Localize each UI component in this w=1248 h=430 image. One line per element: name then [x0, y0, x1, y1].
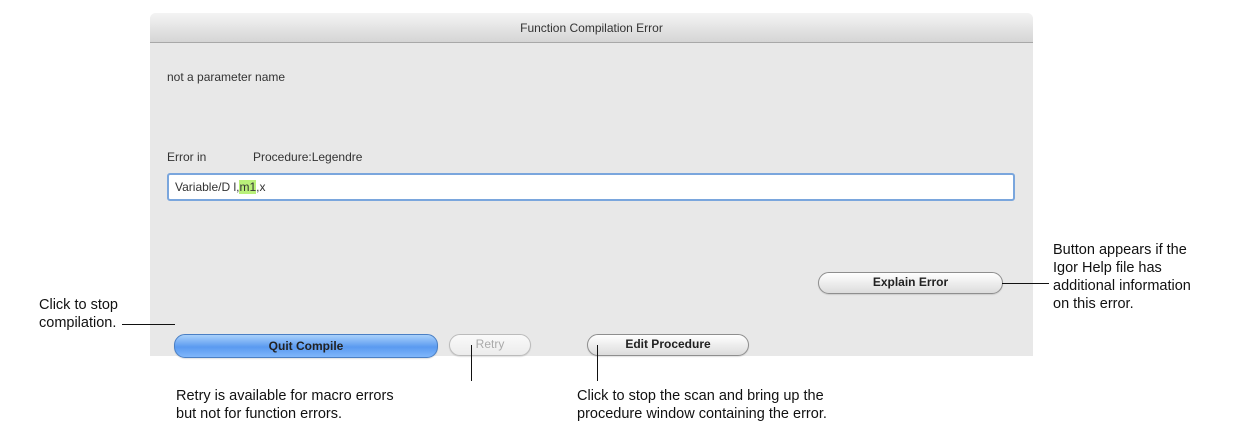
- quit-leader-line: [122, 324, 175, 325]
- explain-annotation: Button appears if the Igor Help file has…: [1053, 241, 1191, 313]
- retry-annotation-line2: but not for function errors.: [176, 406, 343, 422]
- quit-compile-button[interactable]: Quit Compile: [174, 334, 438, 358]
- error-in-label: Error in: [167, 150, 207, 164]
- code-suffix: ,x: [256, 180, 266, 194]
- edit-annotation-line2: procedure window containing the error.: [577, 406, 827, 422]
- edit-procedure-button[interactable]: Edit Procedure: [587, 334, 749, 356]
- error-highlight: m1: [239, 180, 257, 194]
- compilation-error-dialog: Function Compilation Error not a paramet…: [150, 13, 1033, 358]
- procedure-name: Procedure:Legendre: [253, 150, 363, 164]
- code-prefix: Variable/D l,: [175, 180, 240, 194]
- retry-button[interactable]: Retry: [449, 334, 531, 356]
- error-code-field[interactable]: Variable/D l,m1,x: [167, 173, 1015, 201]
- quit-annotation: Click to stop compilation.: [39, 296, 118, 332]
- explain-leader-line: [1002, 283, 1049, 284]
- retry-leader-line: [471, 345, 472, 381]
- explain-error-button[interactable]: Explain Error: [818, 272, 1003, 294]
- edit-annotation: Click to stop the scan and bring up the …: [577, 387, 827, 423]
- quit-annotation-line2: compilation.: [39, 315, 117, 331]
- dialog-title: Function Compilation Error: [150, 13, 1033, 43]
- quit-annotation-line1: Click to stop: [39, 297, 118, 313]
- retry-annotation-line1: Retry is available for macro errors: [176, 388, 394, 404]
- explain-annotation-line2: Igor Help file has: [1053, 260, 1162, 276]
- edit-annotation-line1: Click to stop the scan and bring up the: [577, 388, 824, 404]
- error-message: not a parameter name: [167, 70, 286, 84]
- explain-annotation-line3: additional information: [1053, 278, 1191, 294]
- explain-annotation-line4: on this error.: [1053, 296, 1134, 312]
- edit-leader-line: [597, 345, 598, 381]
- explain-annotation-line1: Button appears if the: [1053, 242, 1187, 258]
- retry-annotation: Retry is available for macro errors but …: [176, 387, 394, 423]
